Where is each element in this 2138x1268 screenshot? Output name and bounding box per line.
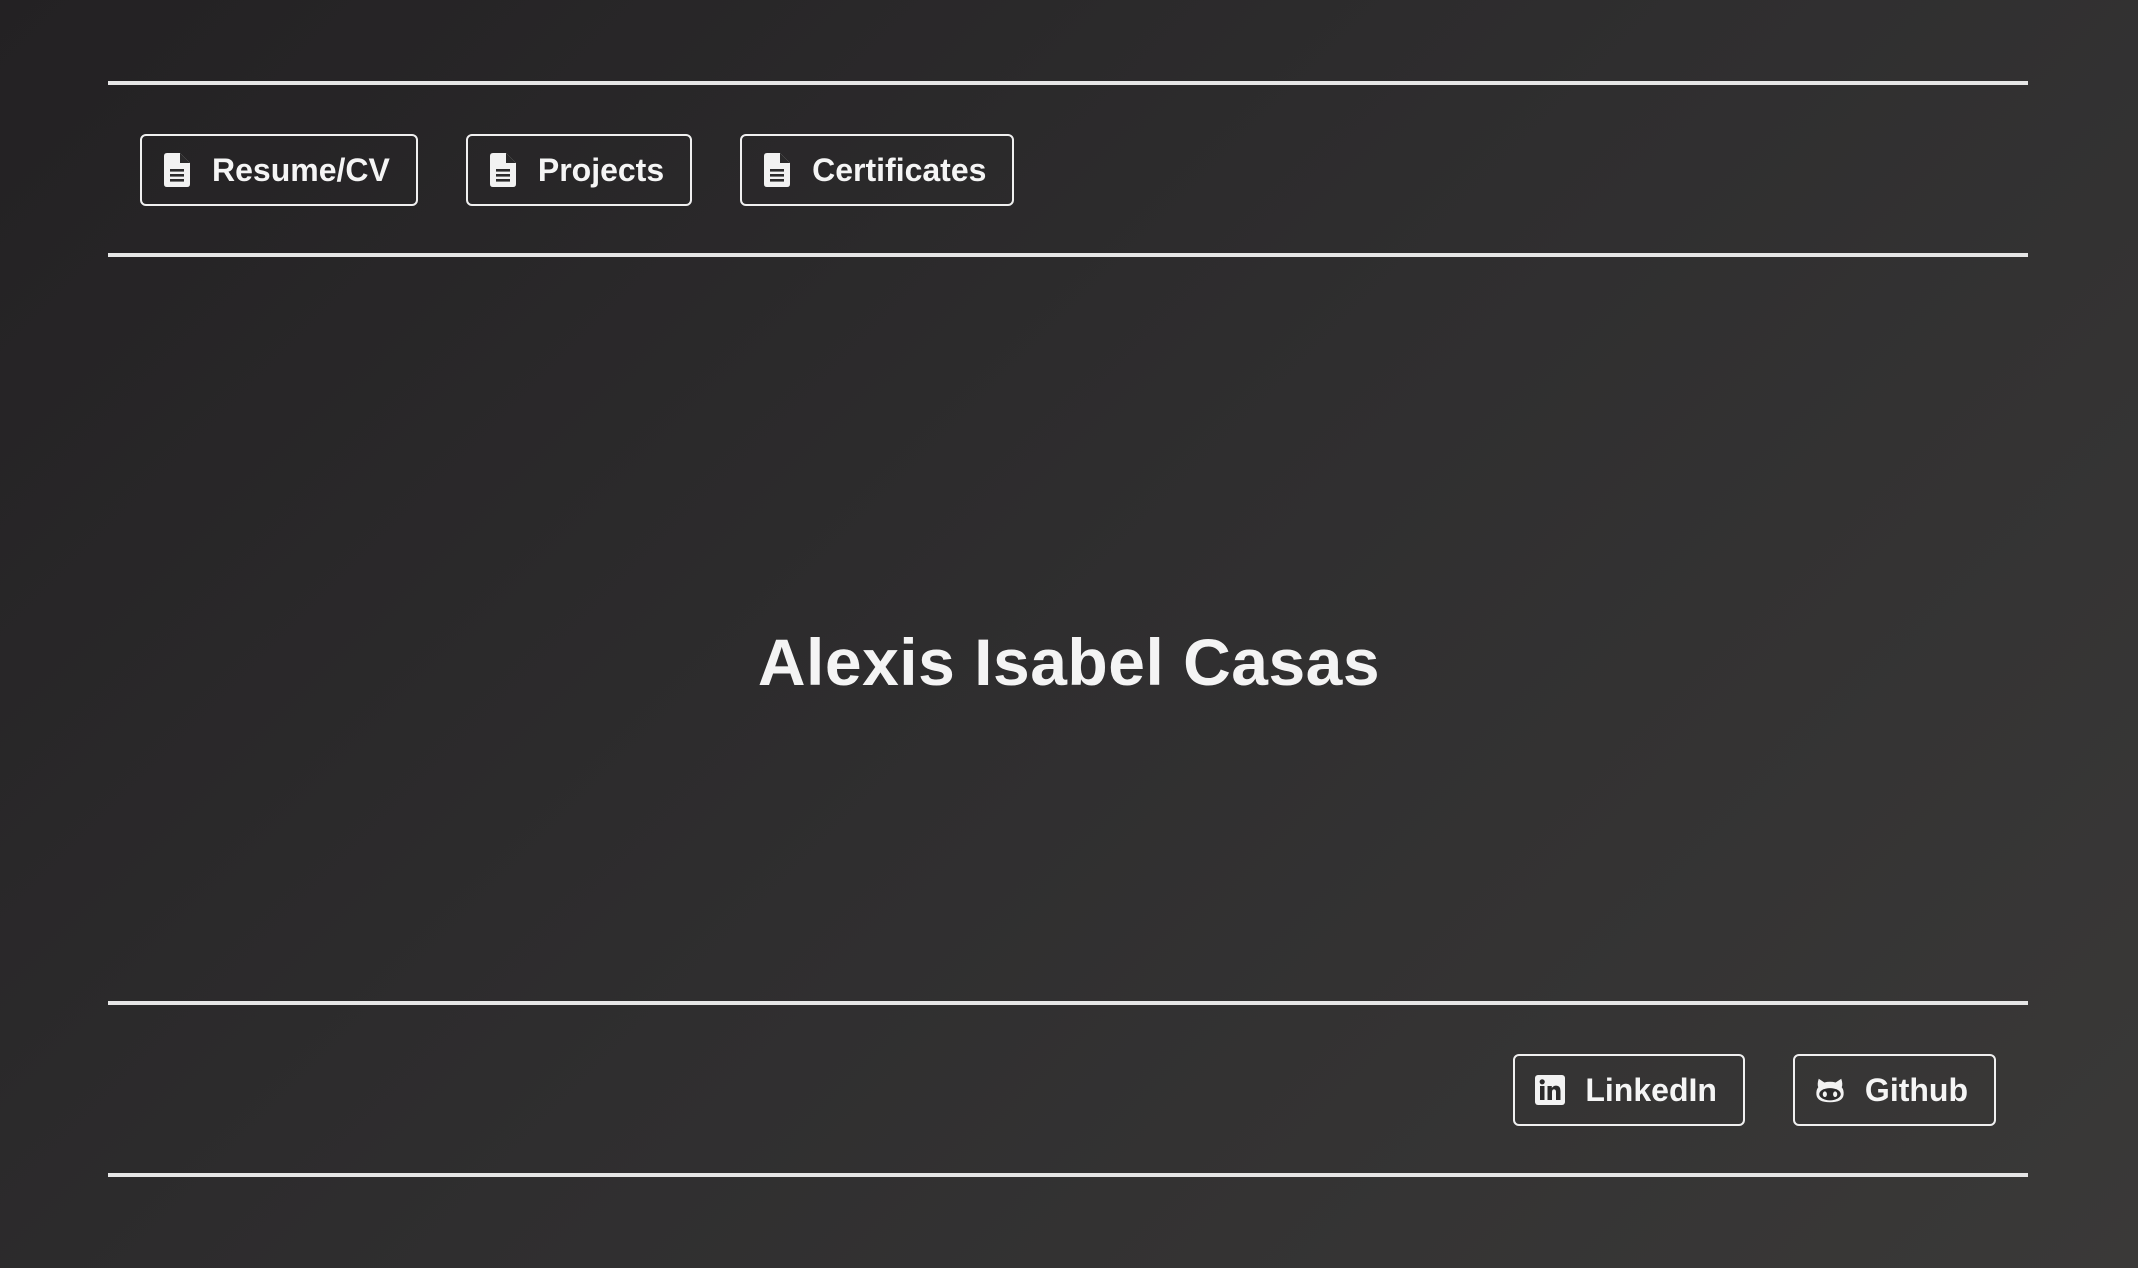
github-label: Github <box>1864 1071 1968 1108</box>
page-title: Alexis Isabel Casas <box>757 625 1381 700</box>
document-icon <box>162 153 192 187</box>
projects-button[interactable]: Projects <box>465 134 693 206</box>
linkedin-button[interactable]: LinkedIn <box>1513 1054 1745 1126</box>
projects-label: Projects <box>537 151 665 188</box>
resume-cv-button[interactable]: Resume/CV <box>140 134 418 206</box>
document-icon <box>488 153 518 187</box>
footer-top-divider <box>108 1001 2028 1005</box>
social-links: LinkedIn Github <box>1513 1054 1996 1126</box>
github-icon <box>1815 1073 1845 1107</box>
top-divider <box>108 81 2028 85</box>
top-navigation: Resume/CV Projects Certificates <box>140 134 1015 206</box>
certificates-label: Certificates <box>812 151 987 188</box>
document-icon <box>762 153 792 187</box>
linkedin-label: LinkedIn <box>1585 1071 1717 1108</box>
header-divider <box>108 253 2028 257</box>
linkedin-icon <box>1535 1073 1566 1107</box>
hero: Alexis Isabel Casas <box>0 580 2138 744</box>
github-button[interactable]: Github <box>1792 1054 1996 1126</box>
footer-bottom-divider <box>108 1173 2028 1177</box>
resume-cv-label: Resume/CV <box>212 151 390 188</box>
certificates-button[interactable]: Certificates <box>740 134 1015 206</box>
